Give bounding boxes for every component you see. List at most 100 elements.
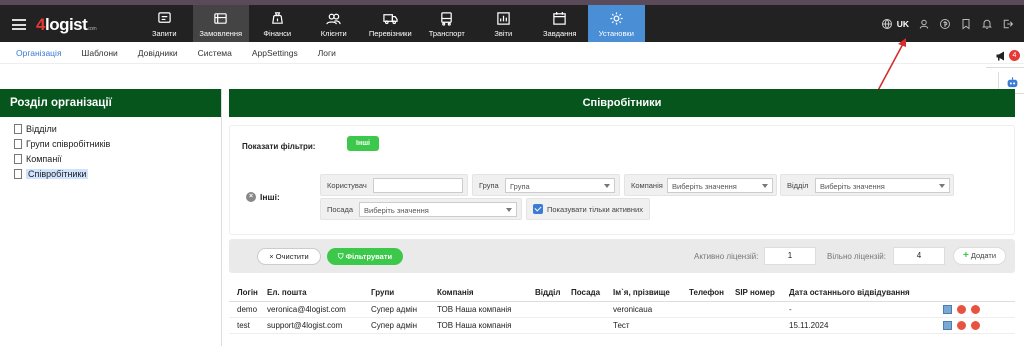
cell-email: veronica@4logist.com (259, 301, 363, 318)
reports-icon (497, 12, 510, 25)
nav-label: Перевізники (368, 29, 412, 38)
position-filter-label: Посада (327, 205, 354, 214)
logout-icon[interactable] (1002, 18, 1014, 30)
cell-department (527, 317, 563, 334)
cell-groups: Супер адмін (363, 301, 429, 318)
column-header[interactable]: Логін (229, 285, 259, 302)
nav-item-requests[interactable]: Запити (136, 5, 193, 42)
announcements-button[interactable]: 4 (986, 44, 1024, 68)
globe-icon[interactable] (881, 18, 893, 30)
nav-item-transport[interactable]: Транспорт (419, 5, 476, 42)
edit-icon[interactable] (943, 320, 952, 330)
user-filter-label: Користувач (327, 181, 367, 190)
other-filters-button[interactable]: Інші (347, 136, 379, 151)
department-select[interactable]: Виберіть значення (815, 178, 950, 193)
subnav-item-system[interactable]: Система (198, 48, 232, 58)
coin-icon[interactable] (939, 18, 951, 30)
other-filters-label: × Інші: (246, 192, 280, 202)
active-licenses-value: 1 (764, 247, 816, 265)
cell-login: test (229, 317, 259, 334)
cell-department (527, 301, 563, 318)
department-filter: Відділ Виберіть значення (780, 174, 954, 196)
document-icon (14, 138, 22, 149)
filter-button-label: Фільтрувати (345, 252, 393, 261)
menu-icon[interactable] (12, 19, 26, 30)
company-select[interactable]: Виберіть значення (667, 178, 773, 193)
subnav-item-directories[interactable]: Довідники (138, 48, 178, 58)
subnav-item-templates[interactable]: Шаблони (82, 48, 118, 58)
delete-icon[interactable] (971, 304, 980, 314)
free-licenses-value: 4 (893, 247, 945, 265)
bookmark-icon[interactable] (960, 18, 972, 30)
column-header[interactable]: Відділ (527, 285, 563, 302)
add-button-label: Додати (970, 251, 997, 260)
column-header[interactable]: Групи (363, 285, 429, 302)
position-select[interactable]: Виберіть значення (359, 202, 517, 217)
block-icon[interactable] (957, 304, 966, 314)
group-select-value: Група (510, 182, 530, 191)
subnav-item-organization[interactable]: Організація (16, 48, 62, 58)
group-filter-label: Група (479, 181, 499, 190)
calendar-icon (553, 11, 566, 25)
block-icon[interactable] (957, 320, 966, 330)
nav-item-settings[interactable]: Установки (588, 5, 645, 42)
nav-item-orders[interactable]: Замовлення (192, 5, 249, 42)
chevron-down-icon (939, 184, 945, 188)
group-select[interactable]: Група (505, 178, 615, 193)
truck-icon (383, 14, 398, 25)
cell-name: veronicaua (605, 301, 681, 318)
employees-table: Логін Ел. пошта Групи Компанія Відділ По… (229, 285, 1015, 334)
panel-title: Розділ організації (0, 89, 221, 117)
table-row[interactable]: demo veronica@4logist.com Супер адмін ТО… (229, 301, 1015, 318)
gear-icon (610, 12, 623, 25)
edit-icon[interactable] (943, 304, 952, 314)
tree-item-employees[interactable]: Співробітники (14, 166, 221, 181)
user-filter: Користувач (320, 174, 468, 196)
clients-icon (326, 13, 341, 25)
finance-icon (271, 12, 283, 24)
cell-position (563, 301, 605, 318)
nav-item-finance[interactable]: Фінанси (249, 5, 306, 42)
add-button[interactable]: + Додати (953, 247, 1006, 265)
column-header[interactable]: Дата останнього відвідування (781, 285, 935, 302)
action-bar: × Очистити ⛉ Фільтрувати Активно ліцензі… (229, 239, 1015, 273)
cell-company: ТОВ Наша компанія (429, 301, 527, 318)
close-circle-icon[interactable]: × (246, 192, 256, 202)
user-icon[interactable] (918, 18, 930, 30)
section-tree: Відділи Групи співробітників Компанії Сп… (0, 117, 221, 181)
tree-item-employee-groups[interactable]: Групи співробітників (14, 136, 221, 151)
position-select-placeholder: Виберіть значення (364, 206, 429, 215)
bell-icon[interactable] (981, 18, 993, 30)
column-header[interactable]: Телефон (681, 285, 727, 302)
filter-button[interactable]: ⛉ Фільтрувати (327, 248, 403, 265)
active-only-checkbox[interactable] (533, 204, 543, 214)
nav-label: Запити (151, 29, 177, 38)
document-icon (14, 123, 22, 134)
clear-button[interactable]: × Очистити (257, 248, 321, 265)
plus-icon: + (962, 250, 969, 261)
column-header[interactable]: Компанія (429, 285, 527, 302)
nav-item-clients[interactable]: Клієнти (306, 5, 363, 42)
user-input[interactable] (373, 178, 463, 193)
cell-position (563, 317, 605, 334)
cell-groups: Супер адмін (363, 317, 429, 334)
table-row[interactable]: test support@4logist.com Супер адмін ТОВ… (229, 317, 1015, 334)
delete-icon[interactable] (971, 320, 980, 330)
tree-item-departments[interactable]: Відділи (14, 121, 221, 136)
nav-item-carriers[interactable]: Перевізники (362, 5, 419, 42)
logo[interactable]: 44logistlogist.com (36, 15, 97, 35)
language-selector[interactable]: UK (897, 19, 909, 29)
column-header[interactable]: SIP номер (727, 285, 781, 302)
other-label-text: Інші: (260, 192, 280, 202)
nav-item-tasks[interactable]: Завдання (532, 5, 589, 42)
subnav-item-appsettings[interactable]: AppSettings (252, 48, 298, 58)
tree-item-companies[interactable]: Компанії (14, 151, 221, 166)
column-header[interactable]: Ім`я, прізвище (605, 285, 681, 302)
filters-box: Показати фільтри: Інші × Інші: Користува… (229, 125, 1015, 235)
nav-item-reports[interactable]: Звіти (475, 5, 532, 42)
column-header[interactable]: Ел. пошта (259, 285, 363, 302)
subnav-item-logs[interactable]: Логи (318, 48, 336, 58)
nav-label: Установки (598, 29, 634, 38)
company-filter-label: Компанія (631, 181, 663, 190)
column-header[interactable]: Посада (563, 285, 605, 302)
